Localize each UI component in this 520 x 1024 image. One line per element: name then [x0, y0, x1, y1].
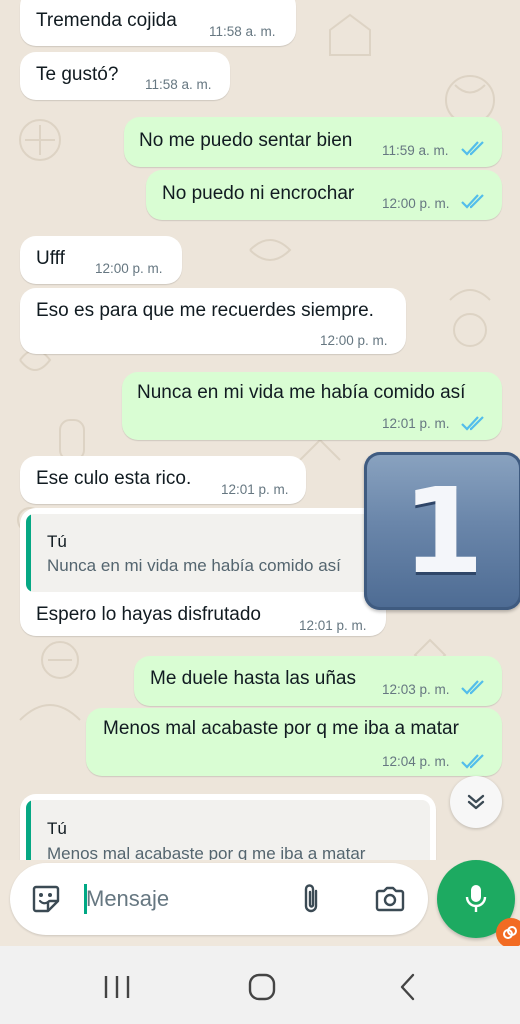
- quoted-message[interactable]: Tú Menos mal acabaste por q me iba a mat…: [26, 800, 430, 860]
- message-outgoing[interactable]: No puedo ni encrochar 12:00 p. m.: [146, 170, 502, 220]
- quoted-message[interactable]: Tú Nunca en mi vida me había comido así: [26, 514, 380, 592]
- read-ticks-icon: [461, 680, 484, 695]
- message-time: 12:04 p. m.: [382, 754, 450, 769]
- message-text: No me puedo sentar bien: [139, 130, 353, 151]
- message-outgoing[interactable]: No me puedo sentar bien 11:59 a. m.: [124, 117, 502, 167]
- message-text: Espero lo hayas disfrutado: [36, 604, 261, 625]
- recent-apps-icon[interactable]: [102, 974, 132, 1000]
- message-text: Ese culo esta rico.: [36, 468, 192, 489]
- double-chevron-down-icon: [467, 794, 485, 810]
- message-time: 12:00 p. m.: [95, 261, 163, 276]
- quote-author: Tú: [47, 819, 67, 838]
- read-ticks-icon: [461, 194, 484, 209]
- message-text: Me duele hasta las uñas: [150, 668, 356, 689]
- message-time: 11:58 a. m.: [209, 24, 276, 39]
- message-outgoing[interactable]: Me duele hasta las uñas 12:03 p. m.: [134, 656, 502, 706]
- quote-bar: [26, 514, 31, 592]
- quote-text: Menos mal acabaste por q me iba a matar: [47, 844, 366, 860]
- message-incoming[interactable]: Ese culo esta rico. 12:01 p. m.: [20, 456, 306, 504]
- mic-icon: [465, 885, 487, 912]
- floating-app-badge[interactable]: [496, 918, 520, 948]
- message-text: Menos mal acabaste por q me iba a matar: [103, 718, 459, 739]
- read-ticks-icon: [461, 416, 484, 431]
- message-incoming[interactable]: Te gustó? 11:58 a. m.: [20, 52, 230, 100]
- message-composer: [10, 863, 428, 935]
- message-incoming[interactable]: Tremenda cojida 11:58 a. m.: [20, 0, 296, 46]
- message-text: Ufff: [36, 248, 65, 269]
- home-icon[interactable]: [247, 972, 277, 1002]
- message-text: Te gustó?: [36, 64, 119, 85]
- message-time: 12:01 p. m.: [382, 416, 450, 431]
- message-text: Eso es para que me recuerdes siempre.: [36, 300, 374, 321]
- message-time: 11:58 a. m.: [145, 77, 212, 92]
- message-outgoing[interactable]: Nunca en mi vida me había comido así 12:…: [122, 372, 502, 440]
- message-incoming[interactable]: Eso es para que me recuerdes siempre. 12…: [20, 288, 406, 354]
- message-incoming-reply[interactable]: Tú Menos mal acabaste por q me iba a mat…: [20, 794, 436, 860]
- message-input[interactable]: [86, 881, 286, 917]
- message-text: Tremenda cojida: [36, 10, 177, 31]
- message-incoming-reply[interactable]: Tú Nunca en mi vida me había comido así …: [20, 508, 386, 636]
- scroll-to-bottom-button[interactable]: [450, 776, 502, 828]
- quote-bar: [26, 800, 31, 860]
- chat-area[interactable]: Tremenda cojida 11:58 a. m. Te gustó? 11…: [0, 0, 520, 860]
- read-ticks-icon: [461, 141, 484, 156]
- number-overlay-badge: 1: [364, 452, 520, 610]
- message-time: 12:01 p. m.: [299, 618, 367, 633]
- link-icon: [503, 926, 517, 939]
- message-incoming[interactable]: Ufff 12:00 p. m.: [20, 236, 182, 284]
- system-navigation-bar: [0, 946, 520, 1024]
- camera-icon[interactable]: [374, 885, 406, 913]
- quote-text: Nunca en mi vida me había comido así: [47, 556, 341, 575]
- message-time: 12:01 p. m.: [221, 482, 289, 497]
- paperclip-icon[interactable]: [300, 883, 324, 915]
- back-icon[interactable]: [398, 972, 418, 1002]
- message-text: Nunca en mi vida me había comido así: [137, 382, 466, 403]
- text-caret: [84, 884, 87, 914]
- message-time: 12:00 p. m.: [382, 196, 450, 211]
- quote-author: Tú: [47, 532, 67, 551]
- read-ticks-icon: [461, 754, 484, 769]
- message-outgoing[interactable]: Menos mal acabaste por q me iba a matar …: [86, 708, 502, 776]
- message-text: No puedo ni encrochar: [162, 183, 355, 204]
- message-time: 12:00 p. m.: [320, 333, 388, 348]
- sticker-icon[interactable]: [30, 883, 62, 915]
- message-time: 11:59 a. m.: [382, 143, 449, 158]
- message-time: 12:03 p. m.: [382, 682, 450, 697]
- badge-number: 1: [401, 462, 485, 600]
